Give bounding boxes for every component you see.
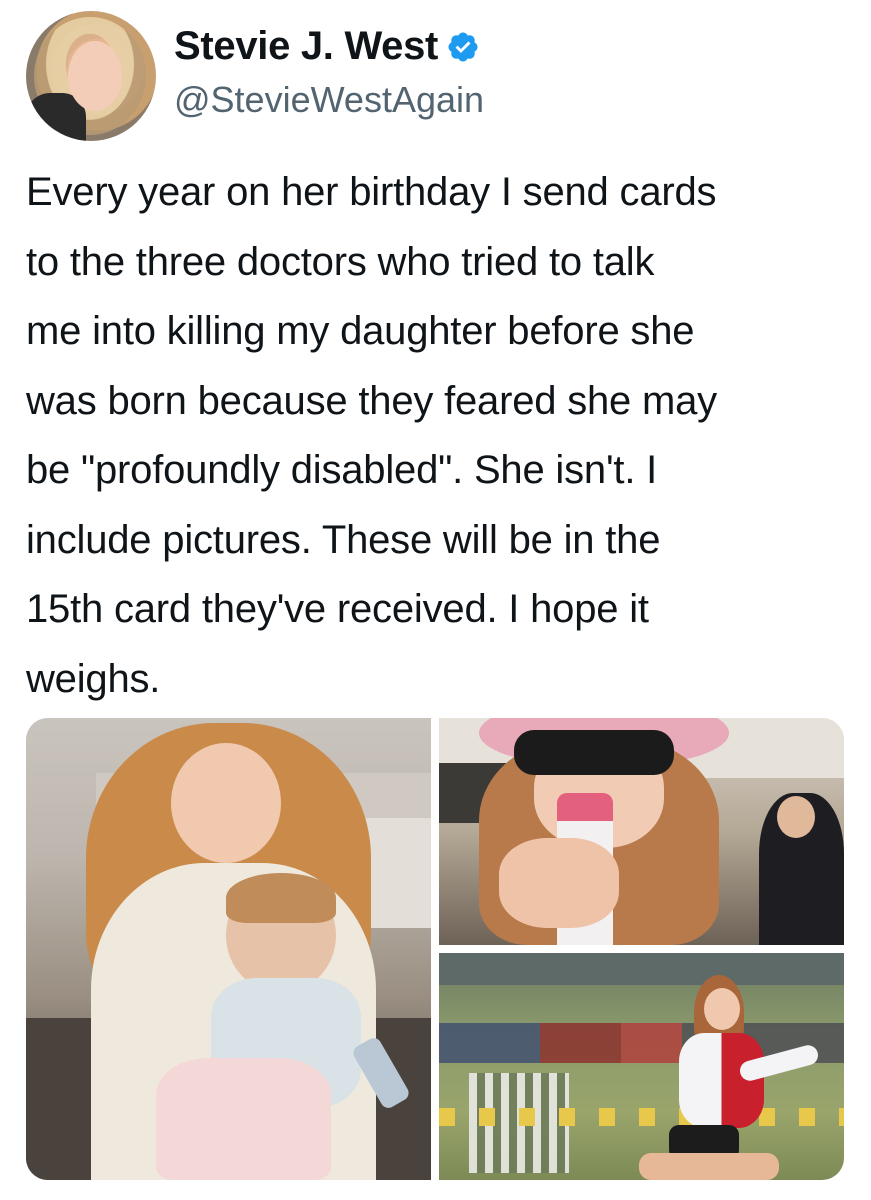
tweet-text: Every year on her birthday I send cards …	[26, 170, 717, 701]
boy-face	[777, 796, 815, 838]
sunglasses-icon	[514, 730, 674, 775]
display-name[interactable]: Stevie J. West	[174, 24, 438, 69]
runner-face	[704, 988, 740, 1030]
runner-legs	[639, 1153, 779, 1180]
girl-face	[171, 743, 281, 863]
user-handle[interactable]: @StevieWestAgain	[174, 79, 484, 121]
baby-legs	[156, 1058, 331, 1180]
hand	[499, 838, 619, 928]
profile-avatar[interactable]	[26, 11, 156, 141]
fence-banner	[439, 953, 844, 985]
bunting	[439, 1108, 844, 1126]
verified-badge-icon	[448, 31, 478, 62]
avatar-face	[68, 41, 122, 111]
user-name-row: Stevie J. West	[174, 24, 480, 69]
photo-girl-holding-baby[interactable]	[26, 718, 431, 1180]
photo-girl-sunglasses[interactable]	[439, 718, 844, 945]
media-grid	[26, 718, 844, 1180]
photo-girl-running[interactable]	[439, 953, 844, 1180]
baby-hair	[226, 873, 336, 923]
